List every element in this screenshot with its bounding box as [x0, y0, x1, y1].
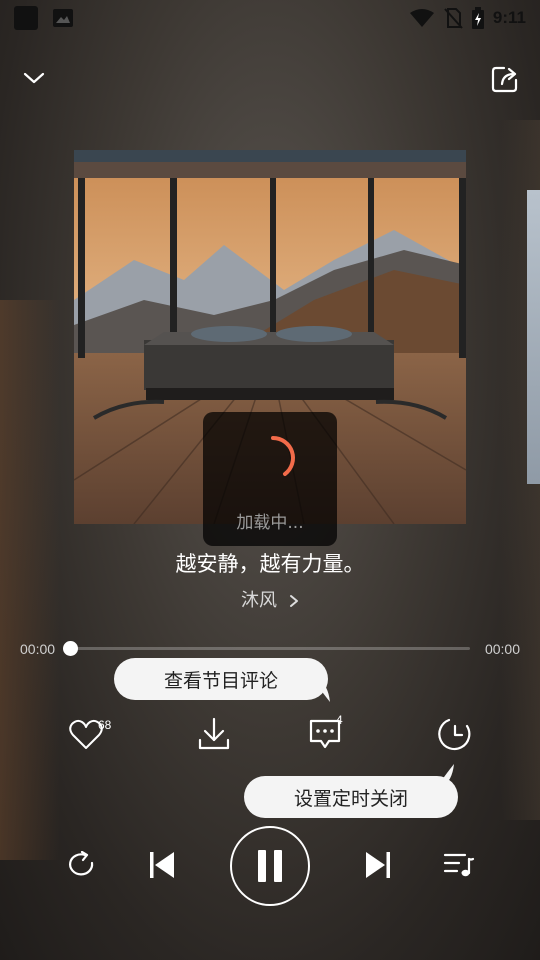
chevron-down-icon: [23, 72, 45, 84]
tooltip-tail-icon: [318, 680, 330, 702]
comments-tooltip-text: 查看节目评论: [163, 669, 278, 692]
sleep-timer-button[interactable]: [435, 714, 475, 754]
artist-name: 沐风: [241, 590, 277, 611]
timer-tooltip-text: 设置定时关闭: [293, 787, 408, 810]
collapse-button[interactable]: [18, 62, 50, 94]
current-time: 00:00: [20, 641, 56, 657]
comments-tooltip: 查看节目评论: [114, 658, 330, 702]
loading-text: 加载中...: [236, 513, 304, 533]
status-time: 9:11: [492, 8, 526, 27]
background-glow-left: [0, 300, 60, 860]
timer-tooltip: 设置定时关闭: [244, 764, 458, 818]
track-title: 越安静，越有力量。: [175, 552, 365, 576]
playlist-icon: [443, 853, 475, 877]
share-icon: [491, 66, 518, 93]
progress-bar[interactable]: [70, 647, 470, 650]
tooltip-tail-icon: [442, 764, 454, 786]
chevron-right-icon: [290, 595, 298, 607]
play-pause-button[interactable]: [230, 826, 310, 906]
progress-thumb[interactable]: [63, 641, 78, 656]
loading-overlay: 加载中...: [203, 412, 337, 546]
download-button[interactable]: [194, 714, 234, 754]
comment-count: 4: [336, 713, 343, 727]
app-notification-icon: [14, 6, 38, 30]
next-icon: [366, 852, 390, 878]
clock-icon: [438, 718, 471, 751]
no-sim-icon: [444, 8, 463, 29]
playlist-button[interactable]: [440, 846, 478, 884]
next-artwork-peek: [527, 190, 540, 484]
total-time: 00:00: [484, 641, 520, 657]
like-count: 68: [98, 718, 112, 732]
next-button[interactable]: [360, 846, 396, 884]
status-bar: 9:11: [0, 0, 540, 36]
loading-spinner-icon: [271, 436, 295, 476]
pause-icon: [258, 850, 282, 882]
share-button[interactable]: [488, 62, 522, 96]
artist-link[interactable]: 沐风: [0, 586, 540, 612]
image-notification-icon: [53, 9, 73, 27]
previous-button[interactable]: [144, 846, 180, 884]
repeat-button[interactable]: [62, 846, 100, 884]
wifi-icon: [409, 9, 434, 27]
download-icon: [198, 717, 230, 750]
battery-icon: [471, 7, 484, 29]
repeat-icon: [69, 851, 94, 876]
previous-icon: [150, 852, 174, 878]
